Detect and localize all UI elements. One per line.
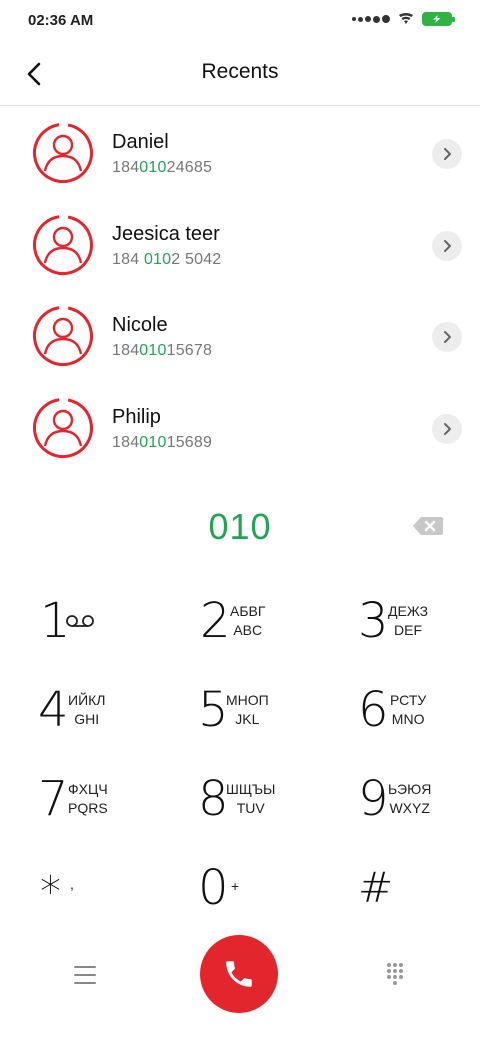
key-digit: 8 xyxy=(198,771,229,827)
key-letters: МНОП JKL xyxy=(226,692,269,727)
key-letters: ЬЭЮЯ WXYZ xyxy=(388,781,432,816)
key-digit: 6 xyxy=(358,682,389,738)
contact-details-button[interactable] xyxy=(432,413,462,444)
chevron-right-icon xyxy=(444,331,451,343)
contact-name: Philip xyxy=(112,405,161,428)
signal-dots-icon xyxy=(352,15,390,23)
key-digit: 4 xyxy=(38,682,69,738)
call-button[interactable] xyxy=(200,935,278,1013)
contact-avatar-icon xyxy=(33,123,93,183)
key-6[interactable]: 6 РСТУ MNO xyxy=(320,663,480,752)
contact-details-button[interactable] xyxy=(432,230,462,261)
contact-number: 184 0102 5042 xyxy=(112,250,222,268)
backspace-icon[interactable] xyxy=(412,515,444,537)
key-digit: 3 xyxy=(358,593,389,649)
voicemail-icon xyxy=(66,615,94,627)
key-9[interactable]: 9 ЬЭЮЯ WXYZ xyxy=(320,752,480,841)
chevron-right-icon xyxy=(444,239,451,252)
contact-number: 18401015678 xyxy=(112,342,213,359)
key-digit: 0 xyxy=(198,860,229,916)
contact-row[interactable]: Jeesica teer 184 0102 5042 xyxy=(0,198,480,290)
contact-avatar-icon xyxy=(33,214,93,275)
bottom-bar xyxy=(0,935,480,1015)
contact-name: Nicole xyxy=(112,314,168,336)
menu-icon[interactable] xyxy=(70,962,100,988)
key-0[interactable]: 0 + xyxy=(160,841,320,930)
key-2[interactable]: 2 АБВГ ABC xyxy=(160,574,320,663)
status-icons xyxy=(352,12,455,26)
key-hash[interactable]: # xyxy=(320,841,480,930)
dialpad-icon[interactable] xyxy=(383,962,407,986)
contact-row[interactable]: Nicole 18401015678 xyxy=(0,289,480,381)
key-letters: ШЩЪЫ TUV xyxy=(226,781,276,816)
chevron-right-icon xyxy=(444,148,451,160)
key-3[interactable]: 3 ДЕЖЗ DEF xyxy=(320,574,480,663)
key-4[interactable]: 4 ИЙКЛ GHI xyxy=(0,663,160,752)
contact-avatar-icon xyxy=(33,397,93,458)
key-7[interactable]: 7 ФХЦЧ PQRS xyxy=(0,752,160,841)
key-1[interactable]: 1 xyxy=(0,574,160,663)
key-digit: 5 xyxy=(198,682,229,738)
contact-row[interactable]: Daniel 18401024685 xyxy=(0,106,480,198)
key-letters: АБВГ ABC xyxy=(230,603,266,638)
contact-details-button[interactable] xyxy=(432,322,462,352)
key-digit: 9 xyxy=(358,771,389,827)
key-letters: ФХЦЧ PQRS xyxy=(68,781,108,816)
contact-avatar-icon xyxy=(33,306,93,366)
battery-charging-icon xyxy=(422,12,455,26)
wifi-icon xyxy=(399,13,413,24)
key-digit: * xyxy=(40,867,61,916)
key-digit: 2 xyxy=(200,593,231,649)
contact-details-button[interactable] xyxy=(432,139,462,169)
status-time: 02:36 AM xyxy=(28,12,94,29)
key-digit: 7 xyxy=(38,771,69,827)
key-letters: ИЙКЛ GHI xyxy=(68,692,106,727)
key-letters: + xyxy=(231,878,240,894)
key-8[interactable]: 8 ШЩЪЫ TUV xyxy=(160,752,320,841)
dialed-number-display[interactable]: 010 xyxy=(0,506,480,548)
key-digit: # xyxy=(358,863,394,912)
contact-name: Jeesica teer xyxy=(112,222,220,245)
phone-icon xyxy=(226,961,252,987)
contact-row[interactable]: Philip 18401015689 xyxy=(0,381,480,473)
contact-number: 18401024685 xyxy=(112,159,213,176)
contact-number: 18401015689 xyxy=(112,433,213,451)
app-header: Recents xyxy=(0,42,480,106)
status-bar: 02:36 AM xyxy=(0,0,480,42)
key-letters: , xyxy=(70,876,74,892)
page-title: Recents xyxy=(201,60,279,83)
contact-name: Daniel xyxy=(112,131,169,153)
key-5[interactable]: 5 МНОП JKL xyxy=(160,663,320,752)
key-star[interactable]: * , xyxy=(0,841,160,930)
key-letters: РСТУ MNO xyxy=(390,692,427,727)
chevron-right-icon xyxy=(444,422,451,435)
key-letters: ДЕЖЗ DEF xyxy=(388,603,429,638)
